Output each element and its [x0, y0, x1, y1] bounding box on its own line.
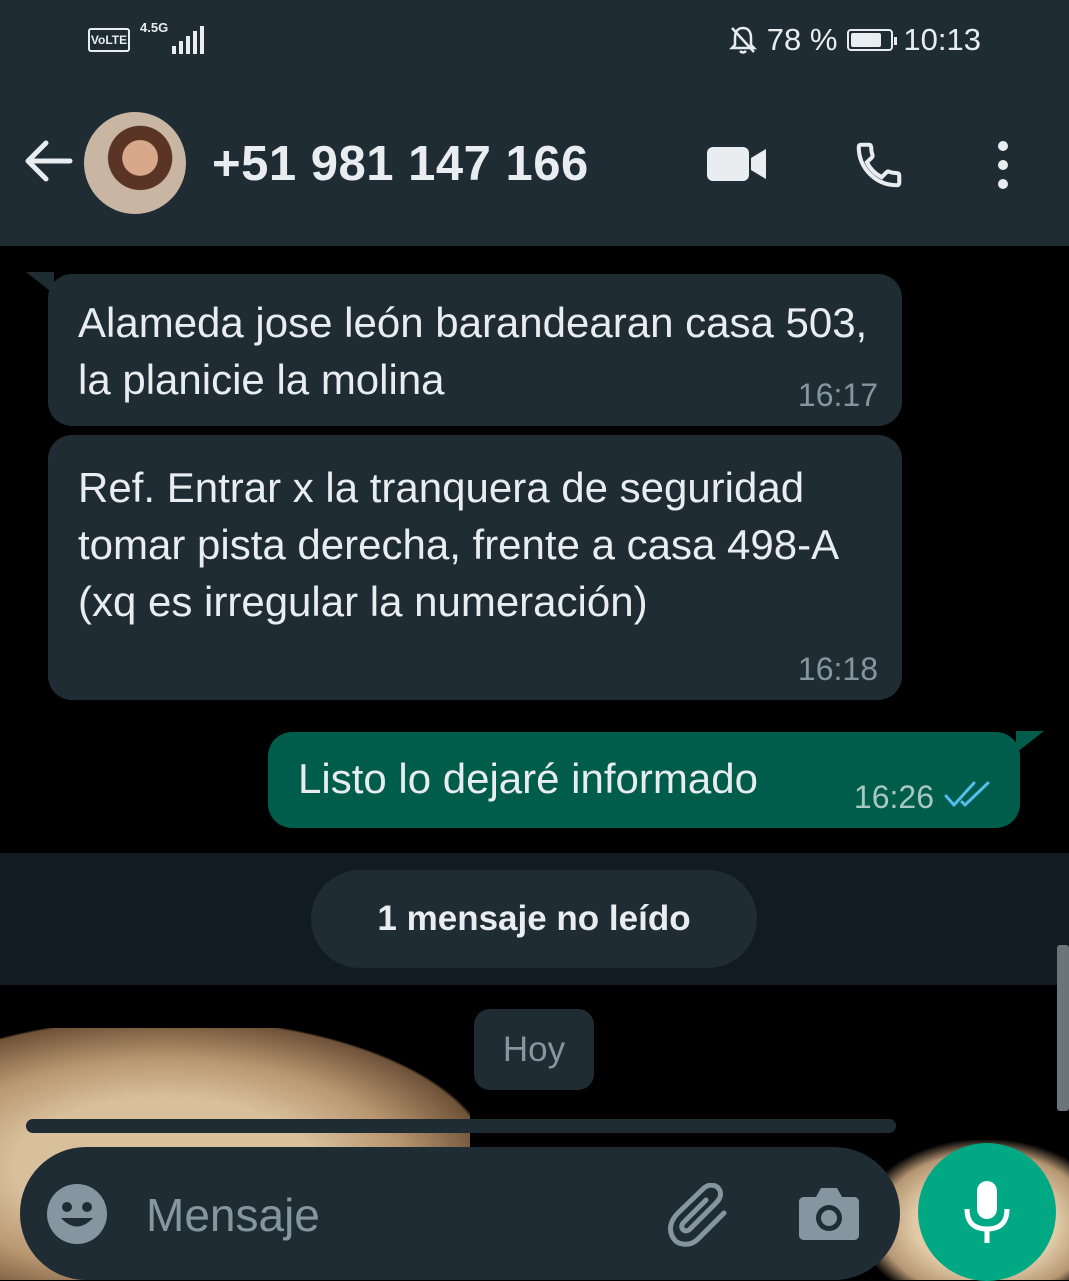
- status-bar: VoLTE 4.5G 78 % 10:13: [0, 0, 1069, 82]
- message-time: 16:17: [797, 377, 878, 413]
- message-text: Ref. Entrar x la tranquera de seguridad …: [78, 464, 837, 625]
- scrollbar[interactable]: [1057, 945, 1069, 1111]
- signal-icon: [172, 26, 204, 54]
- bubble-tail: [1016, 731, 1044, 753]
- message-input[interactable]: [144, 1177, 648, 1253]
- avatar[interactable]: [84, 112, 186, 214]
- message-bubble-outgoing[interactable]: Listo lo dejaré informado 16:26: [268, 732, 1020, 828]
- double-check-icon: [944, 781, 990, 807]
- message-time: 16:18: [797, 651, 878, 687]
- unread-banner: 1 mensaje no leído: [311, 870, 757, 968]
- date-label: Hoy: [474, 1009, 594, 1090]
- bell-off-icon: [728, 26, 757, 54]
- back-arrow-icon[interactable]: [22, 135, 74, 187]
- phone-icon[interactable]: [852, 138, 906, 192]
- voice-record-button[interactable]: [918, 1143, 1056, 1281]
- battery-percent: 78 %: [766, 22, 838, 57]
- contact-name[interactable]: +51 981 147 166: [212, 136, 589, 192]
- volte-indicator: VoLTE: [88, 28, 130, 52]
- status-right: 78 % 10:13: [728, 22, 981, 58]
- message-text: Alameda jose león barandearan casa 503, …: [78, 299, 868, 403]
- attach-icon[interactable]: [666, 1183, 734, 1247]
- message-bubble-incoming[interactable]: Alameda jose león barandearan casa 503, …: [48, 274, 902, 426]
- message-preview-strip: [26, 1119, 896, 1133]
- message-composer: [20, 1147, 900, 1280]
- clock: 10:13: [903, 22, 981, 57]
- battery-icon: [847, 29, 898, 51]
- more-vert-icon[interactable]: [992, 140, 1014, 190]
- mic-icon: [964, 1181, 1010, 1243]
- camera-icon[interactable]: [798, 1185, 860, 1241]
- video-call-icon[interactable]: [706, 143, 768, 185]
- message-time: 16:26: [853, 779, 934, 815]
- emoji-icon[interactable]: [46, 1183, 108, 1245]
- network-type: 4.5G: [140, 20, 169, 35]
- message-bubble-incoming[interactable]: Ref. Entrar x la tranquera de seguridad …: [48, 435, 902, 700]
